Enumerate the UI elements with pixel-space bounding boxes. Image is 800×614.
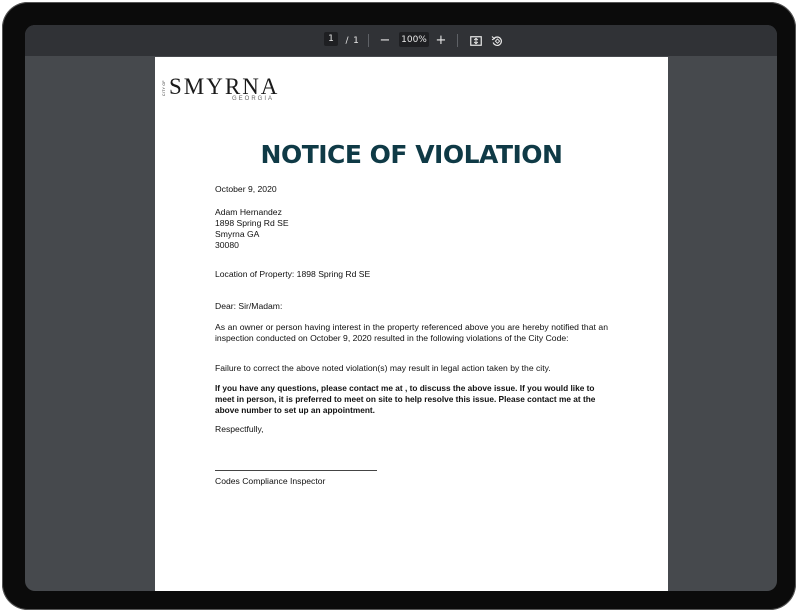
contact-paragraph: If you have any questions, please contac… — [215, 383, 596, 415]
tablet-frame: 1 / 1 − 100% + CITY OF SMYRNA GEORGIA NO… — [2, 2, 796, 610]
zoom-level-input[interactable]: 100% — [399, 32, 429, 47]
page-total: 1 — [353, 35, 359, 46]
page-number-input[interactable]: 1 — [324, 32, 338, 46]
consequence-paragraph: Failure to correct the above noted viola… — [215, 363, 551, 373]
salutation: Dear: Sir/Madam: — [215, 301, 283, 311]
toolbar-divider — [457, 34, 458, 47]
logo-state: GEORGIA — [232, 96, 275, 102]
notice-paragraph: As an owner or person having interest in… — [215, 322, 608, 343]
document-page: CITY OF SMYRNA GEORGIA NOTICE OF VIOLATI… — [155, 57, 668, 591]
signature-line — [215, 470, 377, 471]
recipient-zip: 30080 — [215, 240, 239, 250]
rotate-icon[interactable] — [490, 25, 504, 56]
zoom-in-button[interactable]: + — [433, 25, 449, 56]
city-logo: CITY OF SMYRNA GEORGIA — [160, 74, 290, 108]
signature-title: Codes Compliance Inspector — [215, 476, 326, 486]
letter-date: October 9, 2020 — [215, 184, 277, 194]
recipient-name: Adam Hernandez — [215, 207, 282, 217]
closing: Respectfully, — [215, 424, 264, 434]
zoom-out-button[interactable]: − — [377, 25, 393, 56]
document-title: NOTICE OF VIOLATION — [260, 140, 563, 169]
logo-city-of: CITY OF — [162, 80, 166, 96]
pdf-toolbar: 1 / 1 − 100% + — [25, 25, 777, 56]
pdf-viewer: 1 / 1 − 100% + CITY OF SMYRNA GEORGIA NO… — [25, 25, 777, 591]
property-location: Location of Property: 1898 Spring Rd SE — [215, 269, 371, 279]
recipient-street: 1898 Spring Rd SE — [215, 218, 289, 228]
toolbar-divider — [368, 34, 369, 47]
fit-page-icon[interactable] — [469, 25, 483, 56]
recipient-city-state: Smyrna GA — [215, 229, 260, 239]
